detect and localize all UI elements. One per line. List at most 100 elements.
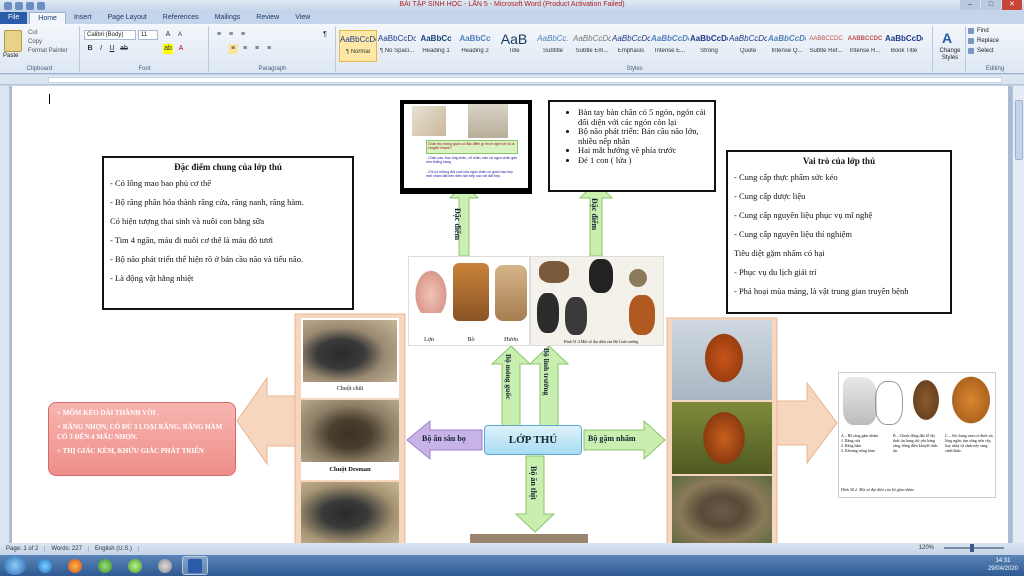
- copy-button[interactable]: Copy: [28, 38, 68, 47]
- top-right-box: Bàn tay bàn chân có 5 ngón, ngón cái đối…: [548, 100, 716, 192]
- zoom-slider[interactable]: [944, 544, 1004, 552]
- taskbar-app-green-2-icon[interactable]: [122, 556, 148, 575]
- strikethrough-button[interactable]: ab: [119, 44, 129, 54]
- tab-references[interactable]: References: [155, 12, 207, 24]
- highlight-icon[interactable]: ab: [163, 44, 173, 54]
- maximize-button[interactable]: □: [981, 0, 1001, 10]
- numbering-icon[interactable]: ≡: [226, 30, 236, 40]
- minimize-button[interactable]: –: [960, 0, 980, 10]
- multilevel-list-icon[interactable]: ≡: [238, 30, 248, 40]
- pink-box-line: + THỊ GIÁC KÉM, KHỨU GIÁC PHÁT TRIỂN: [57, 447, 204, 455]
- style-intense-emphasis[interactable]: AaBbCcDc Intense E...: [651, 30, 689, 62]
- change-styles-icon[interactable]: A: [942, 30, 952, 46]
- status-language[interactable]: English (U.S.): [89, 546, 139, 552]
- squirrel-image-1: [672, 320, 772, 400]
- style-intense-reference[interactable]: AABBCCDC Intense R...: [846, 30, 884, 62]
- tab-mailings[interactable]: Mailings: [207, 12, 249, 24]
- squirrel-drawing-1: [911, 377, 941, 423]
- taskbar-firefox-icon[interactable]: [62, 556, 88, 575]
- style-no-spacing[interactable]: AaBbCcDc ¶ No Spaci...: [378, 30, 416, 62]
- status-words[interactable]: Words: 227: [45, 546, 89, 552]
- rodent-teeth-panel: A – Bộ răng gặm nhấm 1. Răng cửa 2. Răng…: [838, 372, 996, 498]
- grow-font-icon[interactable]: A: [163, 30, 173, 40]
- document-page[interactable]: Đặc điểm Đặc điểm Bộ móng guốc Bộ linh t…: [12, 86, 1008, 543]
- document-area: Đặc điểm Đặc điểm Bộ móng guốc Bộ linh t…: [0, 86, 1012, 543]
- style-subtle-emphasis[interactable]: AaBbCcDc Subtle Em...: [573, 30, 611, 62]
- taskbar-word-icon[interactable]: [182, 556, 208, 575]
- align-right-icon[interactable]: ≡: [252, 44, 262, 54]
- style-quote[interactable]: AaBbCcDc Quote: [729, 30, 767, 62]
- shrink-font-icon[interactable]: A: [175, 30, 185, 40]
- font-name-select[interactable]: Calibri (Body): [84, 30, 136, 40]
- paste-icon[interactable]: [4, 30, 22, 52]
- taskbar-ie-icon[interactable]: [32, 556, 58, 575]
- style-heading-2[interactable]: AaBbCc Heading 2: [456, 30, 494, 62]
- hoof-bone-image: [412, 106, 446, 136]
- find-button[interactable]: Find: [967, 26, 1023, 36]
- caption-rodent-fig: Hình 50.2. Một số đại diện của bộ gặm nh…: [841, 487, 914, 492]
- style-heading-1[interactable]: AaBbCc Heading 1: [417, 30, 455, 62]
- caption-deer: Hươu: [504, 337, 518, 343]
- tab-home[interactable]: Home: [29, 12, 66, 24]
- underline-button[interactable]: U: [107, 44, 117, 54]
- lesson-answer-1: - Chân cao, trục ống chân, cổ chân, bàn …: [426, 156, 518, 164]
- gorilla-image: [537, 293, 559, 333]
- replace-button[interactable]: Replace: [967, 36, 1023, 46]
- bold-button[interactable]: B: [85, 44, 95, 54]
- zoom-control: 120%: [913, 544, 1004, 552]
- start-button[interactable]: [4, 556, 26, 575]
- italic-button[interactable]: I: [96, 44, 106, 54]
- horizontal-ruler[interactable]: [0, 75, 1024, 85]
- pink-box-line: + MÕM KÉO DÀI THÀNH VÒI .: [57, 409, 159, 417]
- style-title[interactable]: AaB Title: [495, 30, 533, 62]
- tab-review[interactable]: Review: [248, 12, 287, 24]
- right-box-line: - Cung cấp thực phẩm sức kéo: [734, 172, 838, 182]
- caption-primates: Hình 51.4 Một số đại diện của Bộ Linh tr…: [563, 339, 639, 344]
- change-styles-button[interactable]: Change Styles: [935, 48, 965, 62]
- primates-image: Hình 51.4 Một số đại diện của Bộ Linh tr…: [530, 256, 664, 346]
- status-page[interactable]: Page: 1 of 2: [0, 546, 46, 552]
- paste-button[interactable]: Paste: [3, 53, 18, 59]
- cut-button[interactable]: Cut: [28, 29, 68, 38]
- format-painter-button[interactable]: Format Painter: [28, 47, 68, 56]
- caption-pig: Lợn: [424, 337, 434, 343]
- style-emphasis[interactable]: AaBbCcDc Emphasis: [612, 30, 650, 62]
- caption-rodent-a: A – Bộ răng gặm nhấm 1. Răng cửa 2. Răng…: [841, 433, 879, 453]
- show-formatting-icon[interactable]: ¶: [320, 30, 330, 40]
- tab-file[interactable]: File: [0, 12, 28, 24]
- chimp-image: [565, 297, 587, 335]
- arrow-label-an-thit: Bộ ăn thịt: [529, 466, 538, 500]
- style-book-title[interactable]: AaBbCcDc Book Title: [885, 30, 923, 62]
- left-box-line: Có hiện tượng thai sinh và nuôi con bằng…: [110, 216, 265, 226]
- tab-page-layout[interactable]: Page Layout: [99, 12, 154, 24]
- style-strong[interactable]: AaBbCcDc Strong: [690, 30, 728, 62]
- style-subtle-reference[interactable]: AABBCCDC Subtle Ref...: [807, 30, 845, 62]
- select-button[interactable]: Select: [967, 46, 1023, 56]
- right-box-line: - Cung cấp nguyên liệu thí nghiệm: [734, 229, 853, 239]
- tab-view[interactable]: View: [287, 12, 318, 24]
- bullets-icon[interactable]: ≡: [214, 30, 224, 40]
- vertical-scrollbar[interactable]: [1012, 86, 1024, 543]
- close-button[interactable]: ✕: [1002, 0, 1022, 10]
- monkey-image-2: [629, 269, 647, 287]
- style-subtitle[interactable]: AaBbCc. Subtitle: [534, 30, 572, 62]
- align-left-icon[interactable]: ≡: [228, 44, 238, 54]
- style-normal[interactable]: AaBbCcDc ¶ Normal: [339, 30, 377, 62]
- orangutan-image: [629, 295, 655, 335]
- vertical-ruler[interactable]: [0, 86, 10, 543]
- left-box-line: - Bộ răng phân hóa thành răng cửa, răng …: [110, 197, 304, 207]
- group-label-font: Font: [138, 66, 151, 72]
- taskbar-app-green-icon[interactable]: [92, 556, 118, 575]
- style-intense-quote[interactable]: AaBbCcDc Intense Q...: [768, 30, 806, 62]
- font-color-icon[interactable]: A: [176, 44, 186, 54]
- squirrel-image-2: [672, 402, 772, 474]
- group-label-styles: Styles: [626, 66, 643, 72]
- tab-insert[interactable]: Insert: [66, 12, 100, 24]
- justify-icon[interactable]: ≡: [264, 44, 274, 54]
- taskbar-app-grey-icon[interactable]: [152, 556, 178, 575]
- zoom-level[interactable]: 120%: [913, 545, 940, 551]
- font-size-select[interactable]: 11: [138, 30, 158, 40]
- system-tray-clock[interactable]: 14:31 29/04/2020: [988, 557, 1018, 573]
- align-center-icon[interactable]: ≡: [240, 44, 250, 54]
- mole-image: [303, 320, 397, 382]
